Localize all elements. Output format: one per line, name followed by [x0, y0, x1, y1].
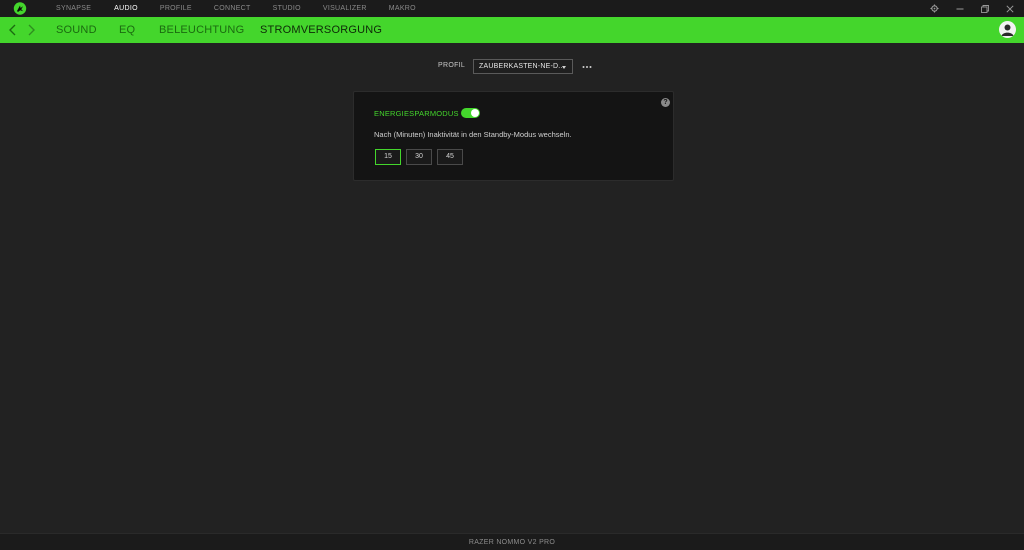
top-nav-profile[interactable]: PROFILE [160, 5, 192, 12]
user-avatar-icon[interactable] [999, 21, 1016, 38]
top-nav-studio[interactable]: STUDIO [273, 5, 301, 12]
sub-nav: SOUND EQ BELEUCHTUNG STROMVERSORGUNG [0, 17, 1024, 43]
top-nav-synapse[interactable]: SYNAPSE [56, 5, 91, 12]
profile-dropdown[interactable]: ZAUBERKASTEN-NE-D... [473, 59, 573, 74]
razer-logo-icon[interactable] [13, 2, 27, 15]
close-icon [1006, 4, 1014, 13]
top-nav: SYNAPSE AUDIO PROFILE CONNECT STUDIO VIS… [56, 0, 416, 17]
profile-label: PROFIL [438, 62, 466, 69]
status-bar: RAZER NOMMO V2 PRO [0, 533, 1024, 550]
help-icon[interactable]: ? [661, 98, 670, 107]
profile-selected-value: ZAUBERKASTEN-NE-D... [479, 63, 565, 70]
top-nav-makro[interactable]: MAKRO [389, 5, 416, 12]
device-name: RAZER NOMMO V2 PRO [468, 539, 556, 546]
back-arrow-icon[interactable] [7, 23, 19, 37]
gear-icon [929, 4, 939, 13]
standby-option-45[interactable]: 45 [437, 149, 463, 165]
standby-option-15[interactable]: 15 [375, 149, 401, 165]
standby-description: Nach (Minuten) Inaktivität in den Standb… [374, 130, 572, 139]
top-nav-audio[interactable]: AUDIO [114, 5, 138, 12]
restore-icon [981, 4, 989, 13]
tab-sound[interactable]: SOUND [56, 24, 97, 36]
standby-option-30[interactable]: 30 [406, 149, 432, 165]
toggle-knob [471, 109, 479, 117]
tab-beleuchtung[interactable]: BELEUCHTUNG [159, 24, 244, 36]
close-button[interactable] [1003, 0, 1017, 17]
power-saving-label: ENERGIESPARMODUS [374, 109, 459, 118]
power-saving-card: ? ENERGIESPARMODUS Nach (Minuten) Inakti… [353, 91, 674, 181]
top-nav-visualizer[interactable]: VISUALIZER [323, 5, 367, 12]
chevron-down-icon [562, 66, 566, 69]
forward-arrow-icon[interactable] [25, 23, 37, 37]
minimize-icon [956, 8, 964, 9]
tab-eq[interactable]: EQ [119, 24, 135, 36]
title-bar: SYNAPSE AUDIO PROFILE CONNECT STUDIO VIS… [0, 0, 1024, 17]
minimize-button[interactable] [953, 0, 967, 17]
more-options-icon[interactable] [581, 61, 593, 73]
settings-button[interactable] [927, 0, 941, 17]
tab-stromversorgung[interactable]: STROMVERSORGUNG [260, 24, 382, 36]
power-saving-toggle[interactable] [461, 108, 480, 118]
top-nav-connect[interactable]: CONNECT [214, 5, 251, 12]
restore-button[interactable] [978, 0, 992, 17]
